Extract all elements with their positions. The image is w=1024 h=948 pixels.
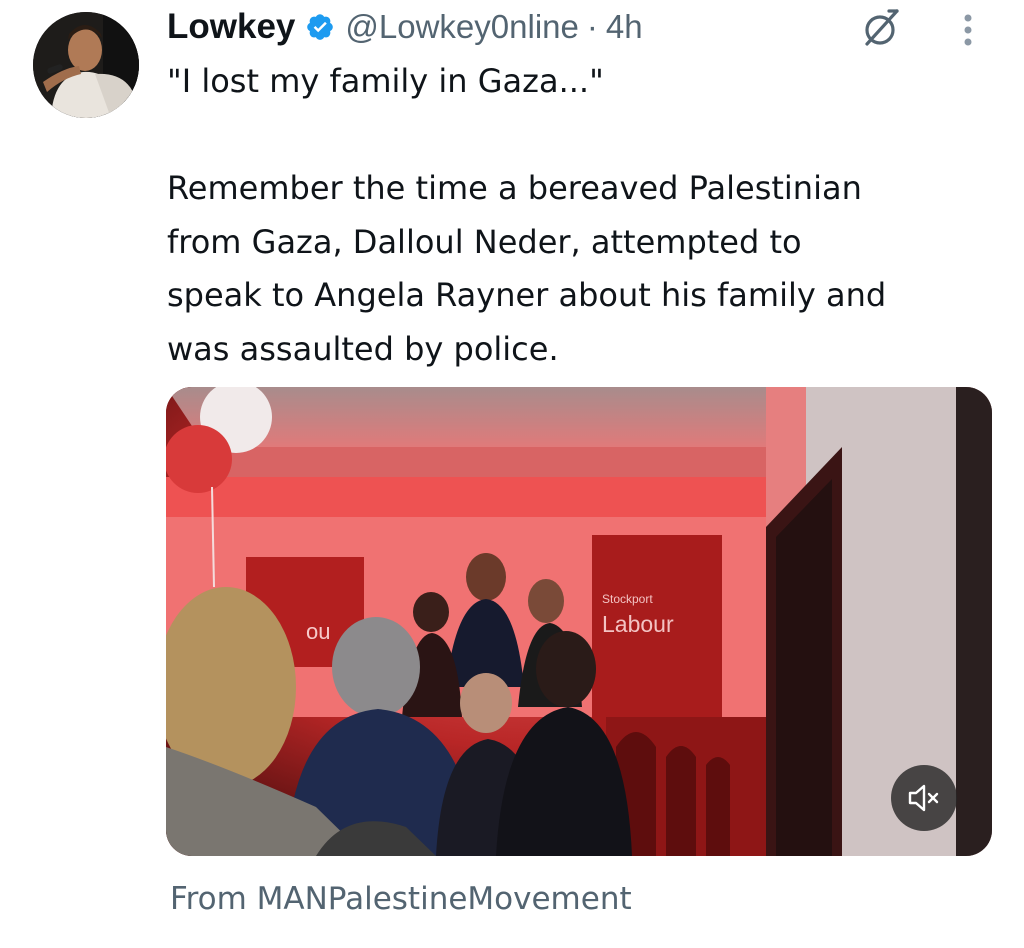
tweet-text-line: Remember the time a bereaved Palestinian — [167, 169, 862, 207]
banner-large-text: Labour — [602, 611, 674, 637]
left-sign-text: ou — [306, 619, 330, 644]
mute-toggle-button[interactable] — [891, 765, 957, 831]
author-display-name[interactable]: Lowkey — [167, 7, 295, 47]
header-separator: · — [586, 8, 598, 45]
avatar-image — [33, 12, 139, 118]
tweet-text-line: "I lost my family in Gaza..." — [167, 62, 604, 100]
verified-badge-icon — [305, 12, 335, 42]
grok-icon[interactable] — [858, 5, 904, 51]
tweet-timestamp[interactable]: 4h — [606, 8, 643, 46]
tweet-text-line: from Gaza, Dalloul Neder, attempted to — [167, 222, 802, 261]
tweet-header: Lowkey @Lowkey0nline · 4h — [167, 2, 643, 52]
video-player[interactable]: ou Stockport Labour — [166, 387, 992, 856]
tweet[interactable]: Lowkey @Lowkey0nline · 4h "I lost my fam… — [0, 0, 1024, 948]
banner-small-text: Stockport — [602, 592, 653, 606]
video-frame: ou Stockport Labour — [166, 387, 992, 856]
tweet-text-line: speak to Angela Rayner about his family … — [167, 276, 887, 314]
avatar[interactable] — [33, 12, 139, 118]
media-attribution: From MANPalestineMovement — [170, 881, 632, 917]
tweet-text-line: was assaulted by police. — [167, 329, 559, 368]
more-vertical-icon[interactable] — [956, 10, 980, 50]
author-handle[interactable]: @Lowkey0nline — [345, 8, 578, 46]
speaker-muted-icon — [908, 784, 939, 812]
tweet-text: "I lost my family in Gaza..." Remember t… — [167, 55, 987, 376]
